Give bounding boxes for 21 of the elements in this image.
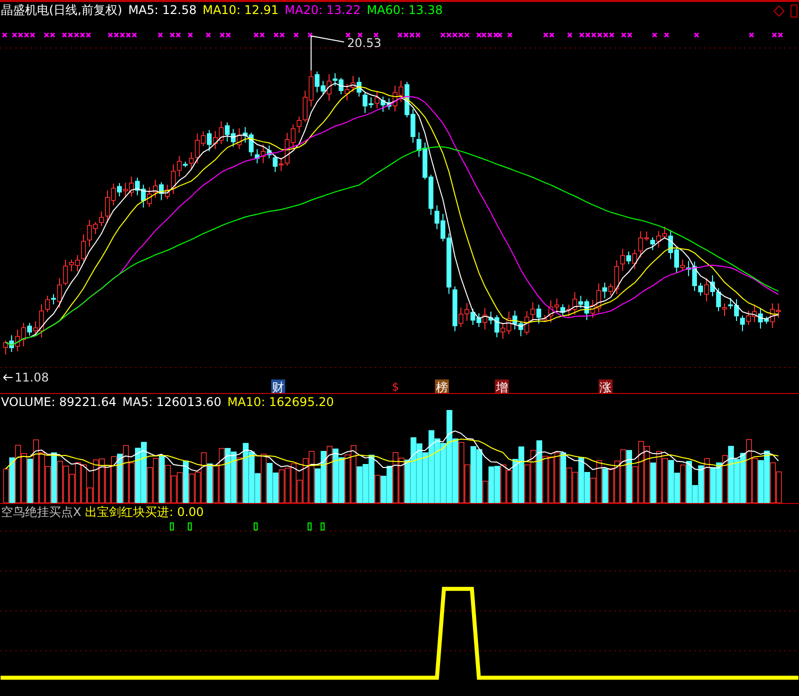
volume-legend: VOLUME: 89221.64 <box>1 395 116 410</box>
ma-legend: MA5: 12.58 <box>128 3 197 17</box>
stock-title: 晶盛机电(日线,前复权) <box>1 2 122 18</box>
leader-line <box>310 35 345 71</box>
ma-legend: MA20: 13.22 <box>284 3 361 17</box>
volume-legend: MA10: 162695.20 <box>227 395 334 410</box>
event-badge[interactable]: 增 <box>494 379 509 394</box>
event-marker[interactable]: $ <box>392 380 399 394</box>
indicator-legend: 出宝剑红块买进: 0.00 <box>85 504 204 521</box>
indicator-legend: 空鸟绝挂买点X <box>1 504 82 521</box>
ma-legend: MA10: 12.91 <box>202 3 279 17</box>
low-price-label: 11.08 <box>14 370 49 384</box>
event-badge[interactable]: 财 <box>271 379 286 394</box>
ma-legend: MA60: 13.38 <box>366 3 443 17</box>
high-price-label: 20.53 <box>347 36 382 50</box>
panel-icon[interactable] <box>790 4 798 18</box>
diamond-icon[interactable] <box>773 5 785 17</box>
event-badge[interactable]: 涨 <box>598 379 613 394</box>
volume-legend: MA5: 126013.60 <box>122 395 222 410</box>
arrow-icon <box>3 374 14 381</box>
event-badge[interactable]: 榜 <box>434 379 449 394</box>
